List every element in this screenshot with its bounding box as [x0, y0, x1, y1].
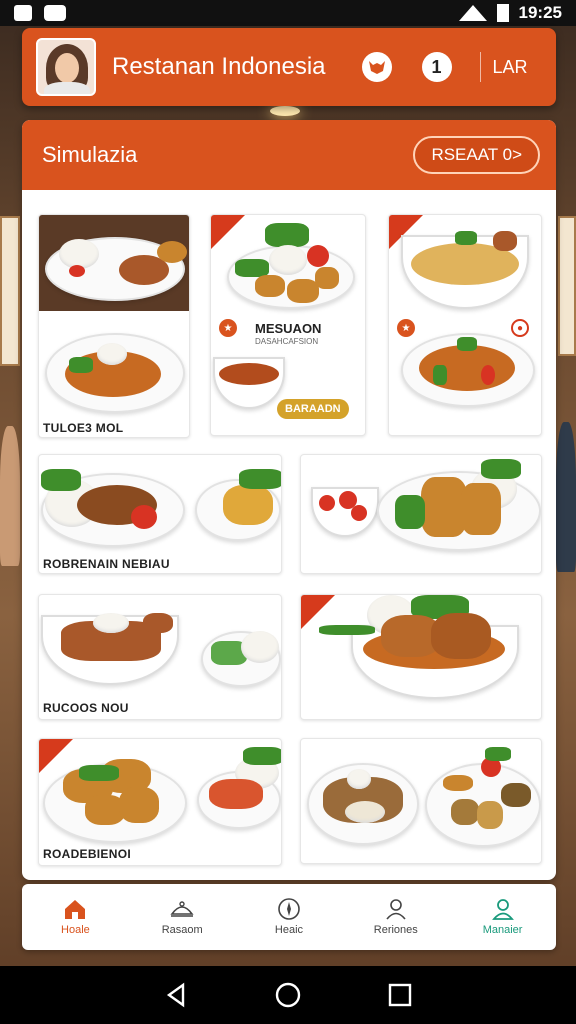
- home-button-icon[interactable]: [275, 982, 301, 1008]
- price-chip[interactable]: BARAADN: [277, 399, 349, 419]
- nav-heaic[interactable]: Heaic: [236, 884, 343, 950]
- cat-logo-icon[interactable]: [361, 52, 392, 82]
- menu-card-featured[interactable]: ★ ●: [388, 214, 542, 436]
- status-bar: 19:25: [0, 0, 576, 26]
- wifi-icon: [458, 5, 487, 21]
- menu-card[interactable]: TULOE3 MOL: [38, 214, 190, 438]
- user-icon: [386, 899, 406, 920]
- dish-icon: [170, 901, 194, 917]
- app-notification-icon: [44, 5, 66, 21]
- nav-manaier[interactable]: Manaier: [449, 884, 556, 950]
- wall-poster: [558, 216, 576, 356]
- home-icon: [65, 900, 86, 919]
- avatar[interactable]: [36, 38, 96, 96]
- recents-icon[interactable]: [387, 982, 413, 1008]
- menu-panel: Simulazia RSEAAT 0> TULOE3 MOL ★ MESUAON…: [22, 120, 556, 880]
- panel-title: Simulazia: [42, 142, 138, 167]
- panel-header: Simulazia RSEAAT 0>: [22, 120, 556, 190]
- nav-label: Reriones: [373, 924, 418, 936]
- card-subtitle: DASAHCAFSION: [255, 337, 319, 346]
- card-label: RUCOOS NOU: [43, 701, 129, 715]
- menu-card-featured[interactable]: ROADEBIENOI: [38, 738, 282, 866]
- wall-poster: [0, 216, 20, 366]
- diner-figure: [556, 422, 576, 572]
- nav-rasaom[interactable]: Rasaom: [129, 884, 236, 950]
- card-label: ROBRENAIN NEBIAU: [43, 557, 170, 571]
- status-time: 19:25: [518, 3, 562, 22]
- nav-home[interactable]: Hoale: [22, 884, 129, 950]
- menu-card[interactable]: [300, 738, 542, 864]
- nav-label: Heaic: [274, 924, 304, 936]
- nav-label: Hoale: [61, 924, 90, 936]
- nav-label: Manaier: [482, 924, 523, 936]
- notification-icon: [14, 5, 32, 21]
- menu-card[interactable]: ROBRENAIN NEBIAU: [38, 454, 282, 574]
- header-divider: [479, 52, 481, 82]
- menu-card[interactable]: [300, 454, 542, 574]
- spicy-icon: ●: [511, 319, 529, 337]
- nav-reriones[interactable]: Reriones: [342, 884, 449, 950]
- bottom-nav: Hoale Rasaom Heaic Reriones Manaier: [22, 884, 556, 950]
- badge-icon: ★: [219, 319, 237, 337]
- system-nav-bar: [0, 966, 576, 1024]
- menu-card[interactable]: RUCOOS NOU: [38, 594, 282, 720]
- nav-label: Rasaom: [161, 924, 203, 936]
- card-label: TULOE3 MOL: [43, 421, 124, 435]
- app-title: Restanan Indonesia: [112, 53, 326, 80]
- compass-icon: [278, 898, 300, 920]
- badge-icon: ★: [397, 319, 415, 337]
- menu-card-featured[interactable]: [300, 594, 542, 720]
- battery-icon: [496, 4, 509, 22]
- app-header: Restanan Indonesia 1 LAR: [22, 28, 556, 106]
- back-icon[interactable]: [163, 982, 189, 1008]
- diner-figure: [0, 426, 20, 566]
- panel-action-button[interactable]: RSEAAT 0>: [413, 136, 540, 174]
- menu-card-featured[interactable]: ★ MESUAON DASAHCAFSION BARAADN: [210, 214, 366, 436]
- ceiling-lamp: [270, 106, 300, 116]
- card-label: ROADEBIENOI: [43, 847, 131, 861]
- card-title: MESUAON: [255, 321, 322, 336]
- manager-icon: [491, 899, 514, 920]
- notification-badge[interactable]: 1: [421, 52, 452, 82]
- language-selector[interactable]: LAR: [493, 57, 528, 78]
